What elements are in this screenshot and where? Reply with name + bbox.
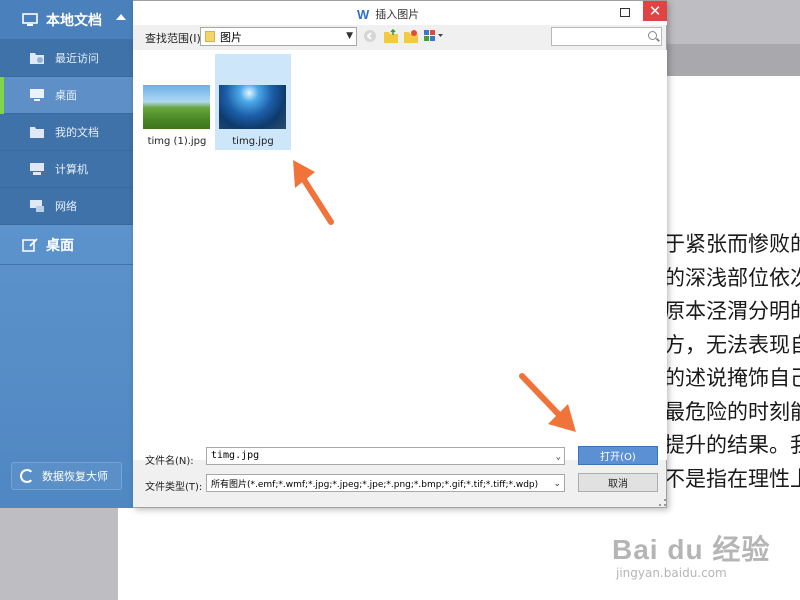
dialog-title: 插入图片 [375,8,420,21]
cancel-button[interactable]: 取消 [578,473,658,492]
nav-item-label: 计算机 [55,163,88,176]
file-name: timg.jpg [232,136,274,147]
file-item-timg-1[interactable]: timg (1).jpg [139,54,215,150]
nav-item-label: 我的文档 [55,126,99,139]
watermark-logo: Bai du 经验 [612,534,771,565]
view-menu-icon[interactable] [424,29,444,43]
recent-folder-icon [30,53,44,64]
places-panel: 本地文档 最近访问 桌面 我的文档 计算机 网络 桌面 数据恢复大师 [0,0,133,508]
chevron-down-icon: ▼ [346,31,353,41]
desktop-monitor-icon [30,89,44,101]
document-line: 于紧张而惨败的 [664,232,800,256]
chevron-down-icon: ⌄ [551,479,561,489]
file-type-label: 文件类型(T): [145,482,203,493]
thumbnail-sky [219,85,286,129]
folder-icon [30,127,44,138]
document-line: 原本泾渭分明的 [664,299,800,323]
file-type-value: 所有图片(*.emf;*.wmf;*.jpg;*.jpeg;*.jpe;*.pn… [211,480,539,490]
nav-item-label: 最近访问 [55,52,99,65]
document-line: 的深浅部位依次 [664,265,800,290]
file-name-input[interactable]: timg.jpg ⌄ [206,447,565,465]
open-button[interactable]: 打开(O) [578,446,658,465]
nav-item-label: 桌面 [55,89,77,102]
resize-grip-icon[interactable] [659,499,666,506]
dialog-title-wrap: W 插入图片 [357,6,419,22]
arrow-pointer-icon [293,160,334,225]
look-in-value: 图片 [220,30,242,44]
document-line: 提升的结果。我 [664,433,800,457]
nav-item-label: 网络 [55,200,77,213]
baidu-watermark: Bai du 经验 jingyan.baidu.com [612,518,792,598]
maximize-icon [620,7,630,17]
document-line: 不是指在理性上 [664,466,800,491]
maximize-button[interactable] [615,3,635,21]
file-type-select[interactable]: 所有图片(*.emf;*.wmf;*.jpg;*.jpeg;*.jpe;*.pn… [206,474,565,492]
collapse-caret-icon[interactable] [116,14,126,20]
watermark-url: jingyan.baidu.com [616,566,727,580]
file-name-label: 文件名(N): [145,456,194,467]
document-text: 于紧张而惨败的 的深浅部位依次 原本泾渭分明的 方，无法表现自 的述说掩饰自己 … [664,228,800,496]
nav-item-network[interactable]: 网络 [0,188,133,225]
document-line: 的述说掩饰自己 [664,366,800,390]
desktop-section[interactable]: 桌面 [0,225,133,265]
back-icon[interactable] [363,29,377,43]
look-in-select[interactable]: 图片 ▼ [200,27,357,46]
file-name: timg (1).jpg [147,136,207,147]
file-item-timg[interactable]: timg.jpg [215,54,291,150]
nav-item-computer[interactable]: 计算机 [0,151,133,188]
chevron-down-icon[interactable]: ⌄ [556,452,561,462]
local-docs-title: 本地文档 [46,12,102,29]
search-input[interactable] [551,27,662,46]
close-icon: ✕ [648,2,662,20]
dialog-title-bar[interactable]: W 插入图片 ✕ [133,1,667,25]
nav-item-desktop[interactable]: 桌面 [0,77,133,114]
monitor-icon [22,12,38,26]
wps-writer-logo-icon: W [357,6,370,22]
nav-item-my-documents[interactable]: 我的文档 [0,114,133,151]
search-icon [648,31,657,40]
folder-icon [205,31,215,42]
up-folder-icon[interactable] [384,29,398,43]
data-recovery-button[interactable]: 数据恢复大师 [11,462,122,490]
new-folder-icon[interactable] [404,29,418,43]
network-icon [30,200,44,212]
recovery-logo-icon [20,469,34,483]
arrow-pointer-icon [519,373,576,432]
data-recovery-label: 数据恢复大师 [42,470,108,483]
local-docs-header[interactable]: 本地文档 [0,0,133,40]
desktop-section-label: 桌面 [46,237,74,254]
nav-item-recent[interactable]: 最近访问 [0,40,133,77]
places-list: 最近访问 桌面 我的文档 计算机 网络 [0,40,133,225]
document-line: 方，无法表现自 [664,332,800,357]
computer-icon [30,163,44,175]
edit-folder-icon [22,237,38,252]
file-name-value: timg.jpg [211,450,260,461]
thumbnail-landscape [143,85,210,129]
look-in-label: 查找范围(I): [145,32,205,45]
document-line: 最危险的时刻能 [664,399,800,424]
close-button[interactable]: ✕ [643,1,667,21]
